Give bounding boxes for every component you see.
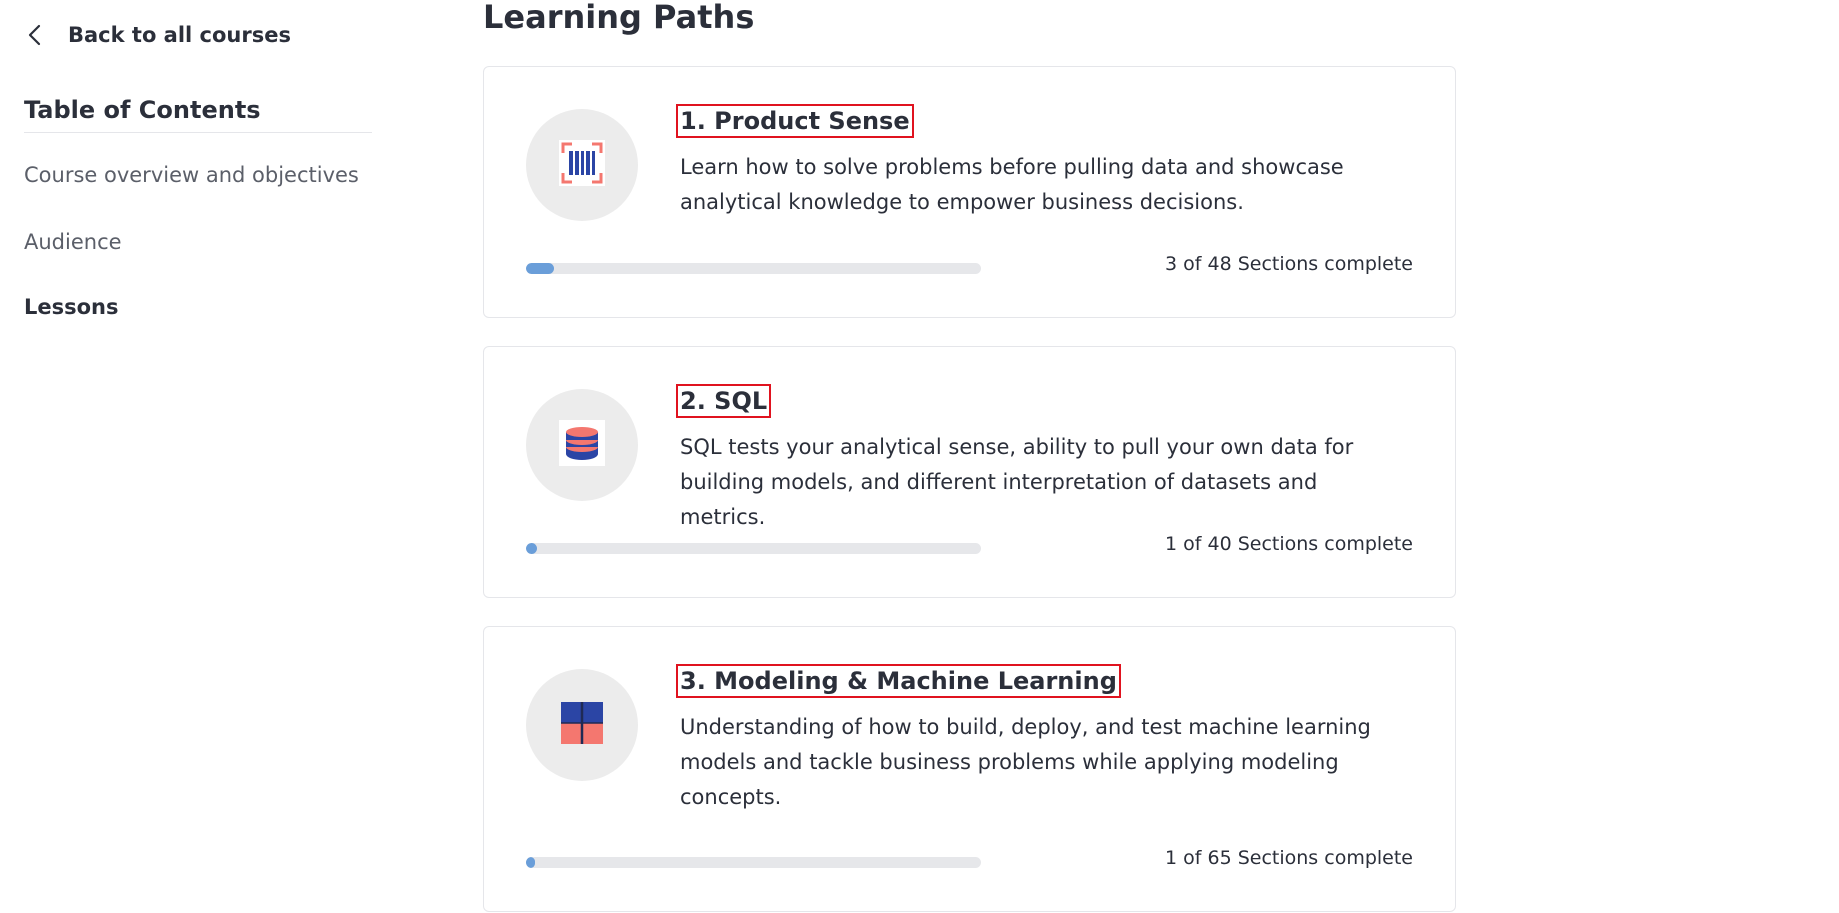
path-icon-container — [526, 669, 638, 781]
path-title: 3. Modeling & Machine Learning — [676, 664, 1121, 698]
progress-fill — [526, 263, 555, 274]
progress-label: 1 of 40 Sections complete — [1165, 533, 1413, 555]
learning-path-card-product-sense[interactable]: 1. Product Sense Learn how to solve prob… — [483, 66, 1456, 318]
grid-blocks-icon — [559, 700, 605, 750]
toc-item-lessons[interactable]: Lessons — [24, 295, 119, 319]
path-description: Learn how to solve problems before pulli… — [680, 155, 1344, 214]
progress-fill — [526, 857, 536, 868]
page: Back to all courses Table of Contents Co… — [0, 0, 1839, 913]
page-title: Learning Paths — [483, 0, 755, 36]
path-title: 1. Product Sense — [676, 104, 914, 138]
toc-item-course-overview[interactable]: Course overview and objectives — [24, 163, 359, 187]
path-icon-container — [526, 389, 638, 501]
chevron-left-icon — [24, 20, 50, 50]
path-title: 2. SQL — [676, 384, 772, 418]
path-description: Understanding of how to build, deploy, a… — [680, 715, 1371, 809]
toc-title: Table of Contents — [24, 96, 372, 133]
progress-bar — [526, 263, 981, 274]
back-to-courses-label: Back to all courses — [68, 23, 291, 47]
learning-path-card-sql[interactable]: 2. SQL SQL tests your analytical sense, … — [483, 346, 1456, 598]
toc-item-audience[interactable]: Audience — [24, 230, 122, 254]
barcode-scan-icon — [559, 140, 605, 190]
progress-bar — [526, 857, 981, 868]
learning-path-card-modeling-ml[interactable]: 3. Modeling & Machine Learning Understan… — [483, 626, 1456, 912]
path-icon-container — [526, 109, 638, 221]
progress-fill — [526, 543, 538, 554]
back-to-courses-link[interactable]: Back to all courses — [24, 20, 291, 50]
database-icon — [559, 420, 605, 470]
path-description: SQL tests your analytical sense, ability… — [680, 435, 1354, 529]
progress-bar — [526, 543, 981, 554]
progress-label: 3 of 48 Sections complete — [1165, 253, 1413, 275]
progress-label: 1 of 65 Sections complete — [1165, 847, 1413, 869]
